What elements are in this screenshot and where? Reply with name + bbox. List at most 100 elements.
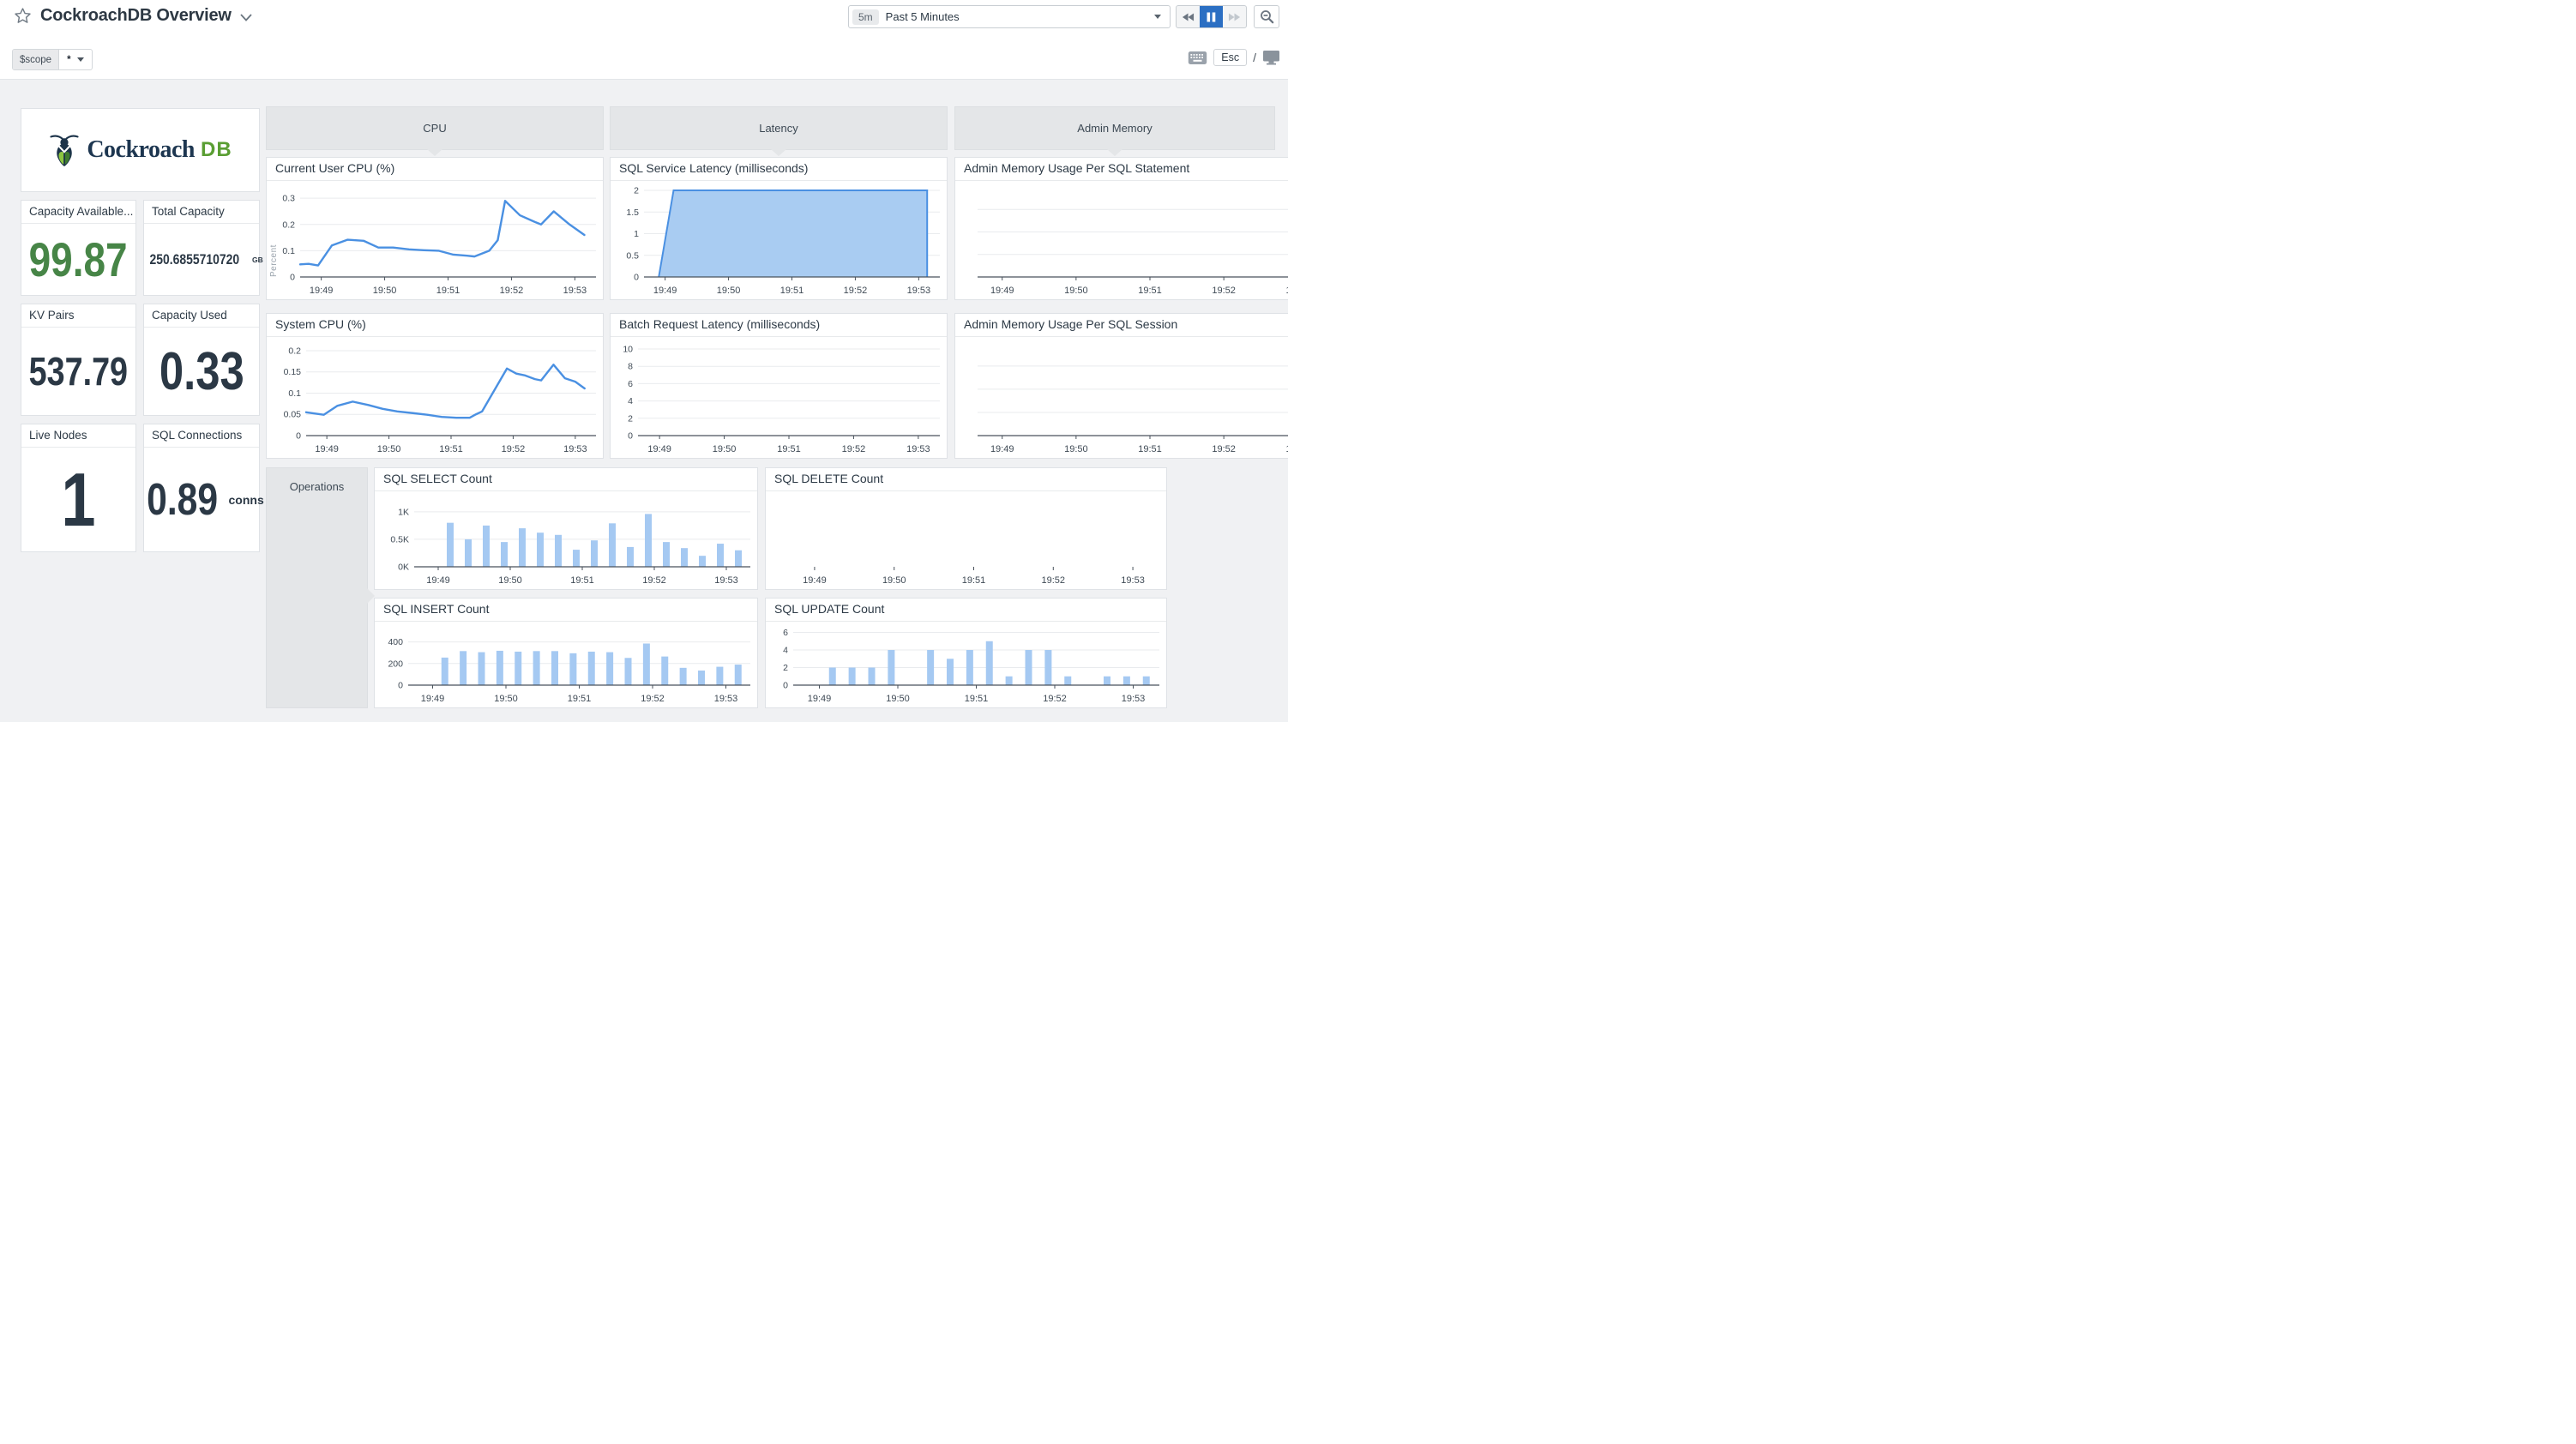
logo-card: Cockroach DB xyxy=(21,108,260,192)
chart-card-sql-service-latency: SQL Service Latency (milliseconds) 0 0.5 1… xyxy=(610,157,948,300)
logo-db: DB xyxy=(200,138,232,161)
sql-delete-count-chart[interactable]: 19:49 19:50 19:51 19:52 19:53 xyxy=(766,491,1166,589)
chevron-down-icon[interactable] xyxy=(240,14,252,21)
svg-text:0: 0 xyxy=(290,273,295,283)
section-notch xyxy=(1107,149,1122,156)
star-icon[interactable] xyxy=(14,7,32,25)
svg-text:0.1: 0.1 xyxy=(288,388,301,399)
admin-memory-statement-chart[interactable]: 19:49 19:50 19:51 19:52 19:53 xyxy=(955,181,1288,299)
svg-text:2: 2 xyxy=(783,663,788,673)
svg-text:19:50: 19:50 xyxy=(498,575,522,586)
scope-value: * xyxy=(67,54,71,65)
svg-text:1.5: 1.5 xyxy=(626,208,639,218)
svg-text:19:51: 19:51 xyxy=(436,286,460,296)
svg-text:19:51: 19:51 xyxy=(1138,286,1162,296)
forward-button[interactable] xyxy=(1223,6,1246,27)
svg-text:0: 0 xyxy=(783,681,788,691)
svg-text:0.15: 0.15 xyxy=(284,367,302,377)
svg-text:6: 6 xyxy=(783,628,788,638)
svg-text:19:51: 19:51 xyxy=(439,444,463,454)
svg-text:19:51: 19:51 xyxy=(965,694,989,704)
current-user-cpu-chart[interactable]: 0 0.1 0.2 0.3 19:49 19:50 19:51 19:52 19:53 xyxy=(267,181,603,299)
chart-card-sql-insert-count: SQL INSERT Count 0 200 400 19:49 19:50 19:51 1… xyxy=(374,598,758,708)
svg-text:19:52: 19:52 xyxy=(500,286,524,296)
admin-memory-session-chart[interactable]: 19:49 19:50 19:51 19:52 19:53 xyxy=(955,337,1288,458)
metric-unit: conns xyxy=(228,492,264,507)
time-range-label: Past 5 Minutes xyxy=(885,10,960,23)
chart-title: SQL Service Latency (milliseconds) xyxy=(611,158,947,181)
y-axis-label: Percent xyxy=(269,244,279,277)
svg-text:19:50: 19:50 xyxy=(882,575,906,586)
section-header-cpu[interactable]: CPU xyxy=(266,106,604,156)
svg-text:19:53: 19:53 xyxy=(1122,694,1146,704)
section-header-latency[interactable]: Latency xyxy=(610,106,948,156)
section-label: Latency xyxy=(759,122,798,135)
sql-insert-count-chart[interactable]: 0 200 400 19:49 19:50 19:51 19:52 19:53 xyxy=(375,622,757,707)
svg-text:19:52: 19:52 xyxy=(842,444,866,454)
metric-card-capacity-used[interactable]: Capacity Used 0.33 xyxy=(143,304,260,416)
time-range-selector[interactable]: 5m Past 5 Minutes xyxy=(848,5,1171,28)
sql-select-count-chart[interactable]: 0K 0.5K 1K 19:49 19:50 19:51 19:52 19:53 xyxy=(375,491,757,589)
section-notch xyxy=(427,149,442,156)
chart-title: SQL SELECT Count xyxy=(375,468,757,491)
svg-text:2: 2 xyxy=(628,413,633,424)
batch-request-latency-chart[interactable]: 0 2 4 6 8 10 19:49 19:50 19:51 19:52 19:53 xyxy=(611,337,947,458)
svg-text:0.5K: 0.5K xyxy=(390,534,409,545)
zoom-out-button[interactable] xyxy=(1254,5,1279,28)
svg-text:0: 0 xyxy=(634,273,639,283)
metric-unit: GB xyxy=(251,255,263,264)
svg-text:19:53: 19:53 xyxy=(1121,575,1145,586)
chart-card-system-cpu: System CPU (%) 0 0.05 0.1 0.15 0.2 19:49 19:50… xyxy=(266,313,604,459)
metric-title: Capacity Used xyxy=(144,304,259,328)
rewind-button[interactable] xyxy=(1177,6,1200,27)
section-label: CPU xyxy=(423,122,447,135)
metric-value: 537.79 xyxy=(28,349,129,394)
svg-text:19:53: 19:53 xyxy=(907,286,931,296)
svg-text:0.05: 0.05 xyxy=(284,410,302,420)
svg-text:8: 8 xyxy=(628,362,633,372)
metric-value: 0.33 xyxy=(159,341,244,401)
svg-text:4: 4 xyxy=(628,396,633,406)
chart-title: SQL UPDATE Count xyxy=(766,599,1166,622)
metric-title: Live Nodes xyxy=(21,424,135,448)
svg-text:0K: 0K xyxy=(398,563,409,573)
metric-card-sql-connections[interactable]: SQL Connections 0.89 conns xyxy=(143,424,264,552)
svg-text:19:53: 19:53 xyxy=(1286,286,1288,296)
metric-card-kv-pairs[interactable]: KV Pairs 537.79 xyxy=(21,304,136,416)
esc-button[interactable]: Esc xyxy=(1213,49,1248,66)
caret-down-icon xyxy=(1154,15,1161,19)
metric-value: 0.89 xyxy=(147,474,219,525)
svg-text:4: 4 xyxy=(783,646,788,656)
sql-update-count-chart[interactable]: 0 2 4 6 19:49 19:50 19:51 19:52 19:53 xyxy=(766,622,1166,707)
pause-button[interactable] xyxy=(1200,6,1223,27)
svg-text:0.3: 0.3 xyxy=(282,194,295,204)
metric-card-capacity-available[interactable]: Capacity Available... 99.87 xyxy=(21,200,136,296)
section-header-admin-memory[interactable]: Admin Memory xyxy=(954,106,1275,156)
svg-text:19:51: 19:51 xyxy=(1138,444,1162,454)
svg-text:19:50: 19:50 xyxy=(1064,286,1088,296)
chart-title: Current User CPU (%) xyxy=(267,158,603,181)
system-cpu-chart[interactable]: 0 0.05 0.1 0.15 0.2 19:49 19:50 19:51 19:52 19:53 xyxy=(267,337,603,458)
monitor-icon[interactable] xyxy=(1262,50,1280,65)
svg-text:19:49: 19:49 xyxy=(803,575,827,586)
sql-service-latency-chart[interactable]: 0 0.5 1 1.5 2 19:49 19:50 19:51 19:52 19:53 xyxy=(611,181,947,299)
svg-text:19:53: 19:53 xyxy=(714,694,738,704)
svg-text:19:53: 19:53 xyxy=(563,444,587,454)
chart-title: Batch Request Latency (milliseconds) xyxy=(611,314,947,337)
metric-title: Total Capacity xyxy=(144,201,259,224)
svg-text:1K: 1K xyxy=(398,507,409,517)
metric-title: SQL Connections xyxy=(144,424,259,448)
svg-text:0: 0 xyxy=(628,431,633,442)
metric-card-total-capacity[interactable]: Total Capacity 250.6855710720 GB xyxy=(143,200,263,296)
section-notch xyxy=(771,149,786,156)
svg-text:6: 6 xyxy=(628,379,633,389)
metric-card-live-nodes[interactable]: Live Nodes 1 xyxy=(21,424,136,552)
cockroachdb-logo-icon xyxy=(48,130,81,170)
scope-template-variable[interactable]: $scope * xyxy=(12,49,93,70)
svg-text:19:51: 19:51 xyxy=(962,575,986,586)
scope-value-dropdown[interactable]: * xyxy=(59,50,91,69)
svg-text:19:53: 19:53 xyxy=(1286,444,1288,454)
section-header-operations[interactable]: Operations xyxy=(266,467,375,708)
svg-text:19:52: 19:52 xyxy=(1212,286,1236,296)
svg-text:0.1: 0.1 xyxy=(282,246,295,256)
